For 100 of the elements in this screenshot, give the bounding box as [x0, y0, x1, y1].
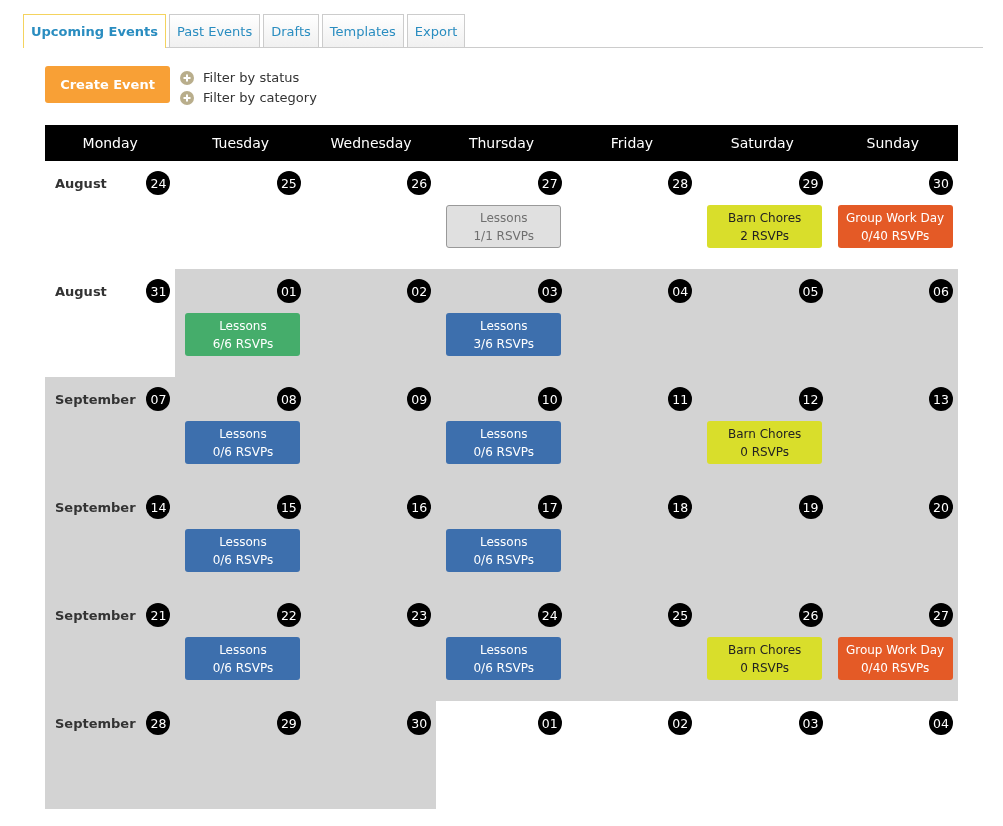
- plus-icon[interactable]: [180, 70, 194, 85]
- weekday-header: Sunday: [865, 135, 920, 151]
- event-chip[interactable]: Lessons 3/6 RSVPs: [446, 313, 562, 356]
- event-chip[interactable]: Group Work Day 0/40 RSVPs: [837, 637, 953, 680]
- day-number: 20: [929, 495, 953, 519]
- day-number: 28: [668, 171, 693, 195]
- day-number: 07: [146, 387, 171, 411]
- event-chip[interactable]: Barn Chores 0 RSVPs: [707, 421, 823, 464]
- event-title: Barn Chores: [727, 425, 802, 443]
- day-number: 16: [407, 495, 432, 519]
- day-number: 11: [668, 387, 693, 411]
- event-rsvps: 0/6 RSVPs: [473, 551, 535, 569]
- tab[interactable]: Drafts: [263, 14, 319, 47]
- day-number: 01: [276, 279, 301, 303]
- weekday-header: Thursday: [467, 135, 536, 151]
- day-number: 22: [276, 603, 301, 627]
- day-number: 15: [276, 495, 301, 519]
- weekday-header: Monday: [81, 135, 139, 151]
- day-number: 21: [146, 603, 171, 627]
- event-chip[interactable]: Lessons 6/6 RSVPs: [185, 313, 301, 356]
- event-title: Lessons: [480, 533, 528, 551]
- month-label: August: [55, 175, 107, 191]
- day-number: 02: [668, 711, 693, 735]
- day-number: 29: [798, 171, 823, 195]
- day-number: 03: [798, 711, 823, 735]
- day-number: 19: [798, 495, 823, 519]
- tab[interactable]: Templates: [321, 14, 404, 47]
- event-rsvps: 6/6 RSVPs: [212, 335, 274, 353]
- event-title: Lessons: [219, 533, 267, 551]
- day-number: 24: [537, 603, 562, 627]
- event-title: Lessons: [219, 425, 267, 443]
- event-rsvps: 0/6 RSVPs: [473, 443, 535, 461]
- event-title: Lessons: [480, 425, 528, 443]
- event-chip[interactable]: Lessons 0/6 RSVPs: [185, 421, 301, 464]
- event-rsvps: 2 RSVPs: [740, 227, 790, 245]
- event-rsvps: 0/6 RSVPs: [212, 443, 274, 461]
- filter-link[interactable]: Filter by category: [203, 90, 317, 105]
- day-number: 12: [798, 387, 823, 411]
- day-number: 26: [798, 603, 823, 627]
- day-number: 02: [407, 279, 432, 303]
- month-label: September: [55, 499, 136, 515]
- event-rsvps: 1/1 RSVPs: [473, 227, 535, 245]
- event-rsvps: 0/6 RSVPs: [473, 659, 535, 677]
- event-rsvps: 0/40 RSVPs: [860, 227, 930, 245]
- month-label: September: [55, 607, 136, 623]
- event-chip[interactable]: Lessons 0/6 RSVPs: [446, 421, 562, 464]
- day-number: 17: [537, 495, 562, 519]
- event-rsvps: 0 RSVPs: [740, 443, 790, 461]
- event-title: Lessons: [219, 641, 267, 659]
- filter-link[interactable]: Filter by status: [203, 70, 300, 85]
- plus-icon[interactable]: [180, 90, 194, 105]
- day-number: 03: [537, 279, 562, 303]
- day-number: 14: [146, 495, 171, 519]
- event-chip[interactable]: Barn Chores 0 RSVPs: [707, 637, 823, 680]
- day-number: 23: [407, 603, 432, 627]
- day-number: 05: [798, 279, 823, 303]
- event-rsvps: 3/6 RSVPs: [473, 335, 535, 353]
- day-number: 04: [929, 711, 953, 735]
- day-number: 04: [668, 279, 693, 303]
- day-number: 10: [537, 387, 562, 411]
- day-number: 26: [407, 171, 432, 195]
- event-chip[interactable]: Group Work Day 0/40 RSVPs: [837, 205, 953, 248]
- event-title: Lessons: [219, 317, 267, 335]
- event-title: Group Work Day: [845, 209, 945, 227]
- weekday-header: Saturday: [729, 135, 795, 151]
- day-number: 25: [276, 171, 301, 195]
- weekday-header: Tuesday: [211, 135, 271, 151]
- month-label: September: [55, 715, 136, 731]
- tab[interactable]: Past Events: [168, 14, 261, 47]
- weekday-header: Friday: [609, 135, 655, 151]
- event-rsvps: 0 RSVPs: [740, 659, 790, 677]
- event-title: Barn Chores: [727, 641, 802, 659]
- event-chip[interactable]: Lessons 0/6 RSVPs: [185, 529, 301, 572]
- event-chip[interactable]: Lessons 1/1 RSVPs: [446, 205, 562, 248]
- event-chip[interactable]: Barn Chores 2 RSVPs: [707, 205, 823, 248]
- day-number: 30: [407, 711, 432, 735]
- day-number: 09: [407, 387, 432, 411]
- event-title: Lessons: [480, 317, 528, 335]
- tab[interactable]: Export: [406, 14, 466, 47]
- day-number: 18: [668, 495, 693, 519]
- event-rsvps: 0/6 RSVPs: [212, 659, 274, 677]
- day-number: 27: [537, 171, 562, 195]
- event-rsvps: 0/6 RSVPs: [212, 551, 274, 569]
- day-number: 13: [929, 387, 953, 411]
- event-title: Barn Chores: [727, 209, 802, 227]
- event-title: Lessons: [480, 641, 528, 659]
- day-number: 08: [276, 387, 301, 411]
- month-label: September: [55, 391, 136, 407]
- event-chip[interactable]: Lessons 0/6 RSVPs: [446, 529, 562, 572]
- day-number: 01: [537, 711, 562, 735]
- day-number: 25: [668, 603, 693, 627]
- day-number: 06: [929, 279, 953, 303]
- tab[interactable]: Upcoming Events: [23, 14, 166, 48]
- event-title: Group Work Day: [845, 641, 945, 659]
- day-number: 28: [146, 711, 171, 735]
- event-title: Lessons: [480, 209, 528, 227]
- event-chip[interactable]: Lessons 0/6 RSVPs: [185, 637, 301, 680]
- event-chip[interactable]: Lessons 0/6 RSVPs: [446, 637, 562, 680]
- month-label: August: [55, 283, 107, 299]
- day-number: 31: [146, 279, 171, 303]
